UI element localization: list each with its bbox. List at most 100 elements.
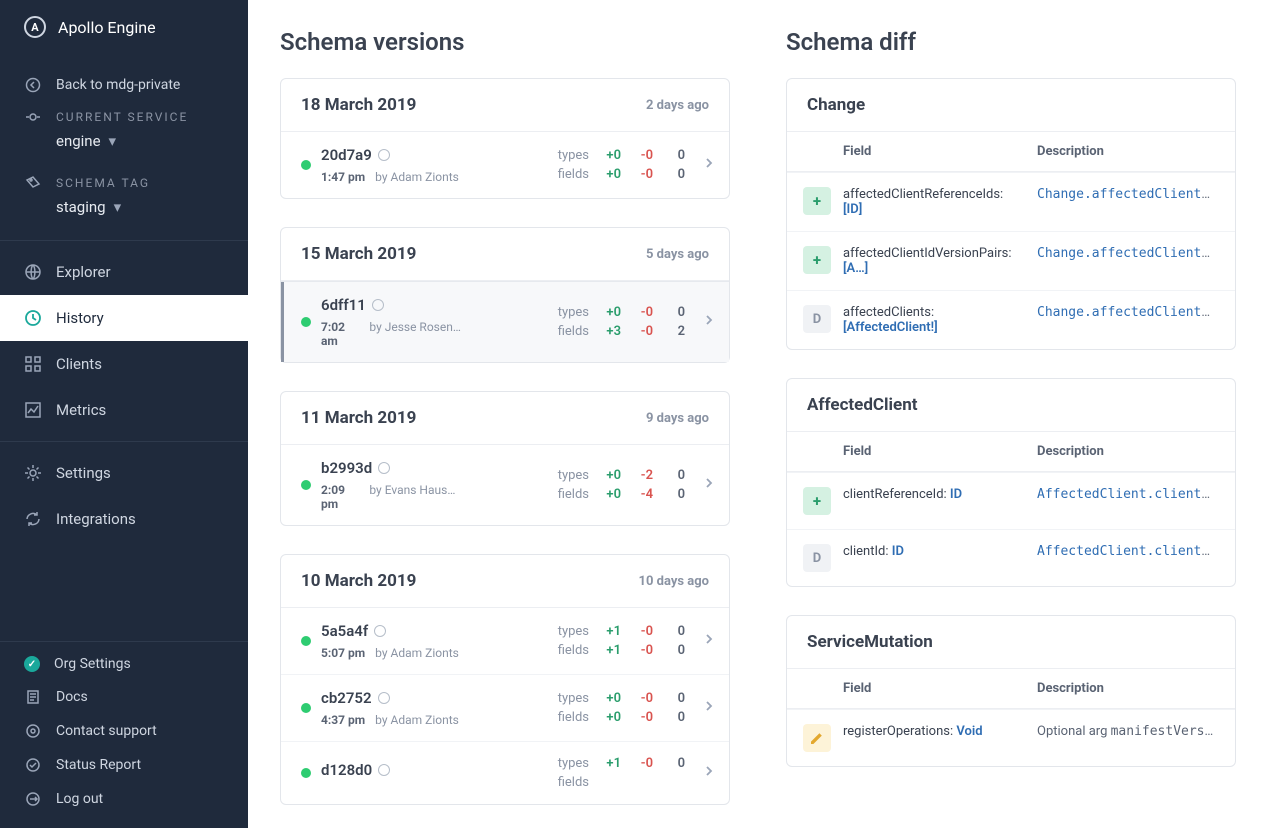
stat-label-fields: fields [549,710,589,725]
diff-row[interactable]: +affectedClientIdVersionPairs: [A…]Chang… [787,231,1235,290]
version-entry[interactable]: cb2752 4:37 pmby Adam Zionts types+0-00f… [281,674,729,741]
nav-settings[interactable]: Settings [0,450,248,496]
version-stats: types+0-00fields+0-00 [549,691,685,725]
types-neutral: 0 [663,305,685,320]
diff-description: Optional arg manifestVersion was added t… [1037,724,1215,739]
visibility-icon [378,692,390,704]
diff-desc-code: Change.affectedClients [1037,305,1210,320]
version-entry[interactable]: 5a5a4f 5:07 pmby Adam Zionts types+1-00f… [281,608,729,674]
stat-label-fields: fields [549,167,589,182]
commit-time: 1:47 pm [321,170,365,184]
diff-row[interactable]: +affectedClientReferenceIds: [ID]Change.… [787,172,1235,231]
stat-label-types: types [549,468,589,483]
clock-icon [24,309,42,327]
version-group-header: 11 March 20199 days ago [281,392,729,445]
version-entry[interactable]: d128d0 types+1-00fields [281,741,729,804]
version-entry-main: 6dff11 7:02 amby Jesse Rosenbe… [321,296,461,348]
diff-field-name: clientId: [843,544,892,559]
fields-added: +3 [599,324,621,339]
diff-field-name: affectedClientIdVersionPairs: [843,246,1012,261]
types-added: +0 [599,468,621,483]
commit-id: cb2752 [321,689,461,707]
stat-label-fields: fields [549,324,589,339]
back-label: Back to mdg-private [56,77,228,93]
diff-description: AffectedClient.clientId was deprecated [1037,544,1215,559]
diff-field: affectedClients: [AffectedClient!] [843,305,1025,335]
diff-field: affectedClientReferenceIds: [ID] [843,187,1025,217]
nav-logout[interactable]: Log out [0,782,248,816]
fields-added: +0 [599,167,621,182]
diff-section-title: AffectedClient [787,379,1235,432]
nav-logout-label: Log out [56,791,103,807]
version-entry[interactable]: 6dff11 7:02 amby Jesse Rosenbe…types+0-0… [281,281,729,362]
diff-column-headers: FieldDescription [787,432,1235,472]
visibility-icon [378,462,390,474]
types-added: +0 [599,691,621,706]
types-added: +0 [599,148,621,163]
chevron-right-icon [703,157,715,173]
version-group-header: 18 March 20192 days ago [281,79,729,132]
col-field: Field [843,681,1037,696]
diff-desc-code: Change.affectedClientIdVersionPai… [1037,246,1215,261]
diff-row[interactable]: registerOperations: Void Optional arg man… [787,709,1235,766]
nav-settings-label: Settings [56,464,111,482]
chevron-right-icon [703,314,715,330]
fields-added: +0 [599,487,621,502]
nav-integrations[interactable]: Integrations [0,496,248,542]
current-service-select[interactable]: engine ▾ [56,132,228,150]
nav-docs-label: Docs [56,689,88,705]
gear-icon [24,464,42,482]
added-badge-icon: + [803,487,831,515]
schema-tag-select[interactable]: staging ▾ [56,198,228,216]
diff-field: registerOperations: Void [843,724,1025,739]
col-description: Description [1037,681,1215,696]
version-entry-main: b2993d 2:09 pmby Evans Hauser <… [321,459,461,511]
status-icon [24,756,42,774]
version-ago: 9 days ago [646,411,709,426]
nav-history[interactable]: History [0,295,248,341]
diff-row[interactable]: DclientId: IDAffectedClient.clientId was… [787,529,1235,586]
commit-author: by Evans Hauser <… [369,483,461,511]
nav-status[interactable]: Status Report [0,748,248,782]
version-group: 18 March 20192 days ago 20d7a9 1:47 pmby … [280,78,730,199]
nav-explorer[interactable]: Explorer [0,249,248,295]
nav-metrics[interactable]: Metrics [0,387,248,433]
types-added: +1 [599,756,621,771]
main-content: Schema versions 18 March 20192 days ago2… [248,0,1264,828]
nav-explorer-label: Explorer [56,263,111,281]
stat-label-fields: fields [549,487,589,502]
version-entry-main: 5a5a4f 5:07 pmby Adam Zionts [321,622,461,660]
diff-field-type: [A…] [843,261,868,276]
edited-badge-icon [803,724,831,752]
apollo-logo-icon: A [24,16,46,38]
tag-label: SCHEMA TAG [56,176,150,190]
secondary-nav: Settings Integrations [0,442,248,550]
diff-row[interactable]: +clientReferenceId: IDAffectedClient.cli… [787,472,1235,529]
status-dot-icon [301,317,311,327]
chevron-right-icon [703,700,715,716]
types-removed: -0 [631,148,653,163]
fields-removed: -0 [631,643,653,658]
diff-description: AffectedClient.clientReferenceId w… [1037,487,1215,502]
types-neutral: 0 [663,691,685,706]
nav-docs[interactable]: Docs [0,680,248,714]
nav-clients[interactable]: Clients [0,341,248,387]
nav-org-settings[interactable]: ✓ Org Settings [0,648,248,680]
commit-author: by Adam Zionts [375,646,459,660]
nav-support-label: Contact support [56,723,157,739]
version-entry-main: 20d7a9 1:47 pmby Adam Zionts [321,146,461,184]
nav-support[interactable]: Contact support [0,714,248,748]
version-entry[interactable]: 20d7a9 1:47 pmby Adam Zionts types+0-00f… [281,132,729,198]
nav-org-settings-label: Org Settings [54,656,131,672]
version-date: 18 March 2019 [301,95,416,115]
version-entry[interactable]: b2993d 2:09 pmby Evans Hauser <…types+0-… [281,445,729,525]
brand[interactable]: A Apollo Engine [0,0,248,66]
commit-author: by Jesse Rosenbe… [369,320,461,348]
diff-section: ChangeFieldDescription+affectedClientRef… [786,78,1236,350]
diff-row[interactable]: DaffectedClients: [AffectedClient!]Chang… [787,290,1235,349]
diff-field-type: ID [950,487,962,502]
back-link[interactable]: Back to mdg-private [0,66,248,104]
stat-label-fields: fields [549,643,589,658]
diff-field-type: [ID] [843,202,862,217]
grid-icon [24,355,42,373]
